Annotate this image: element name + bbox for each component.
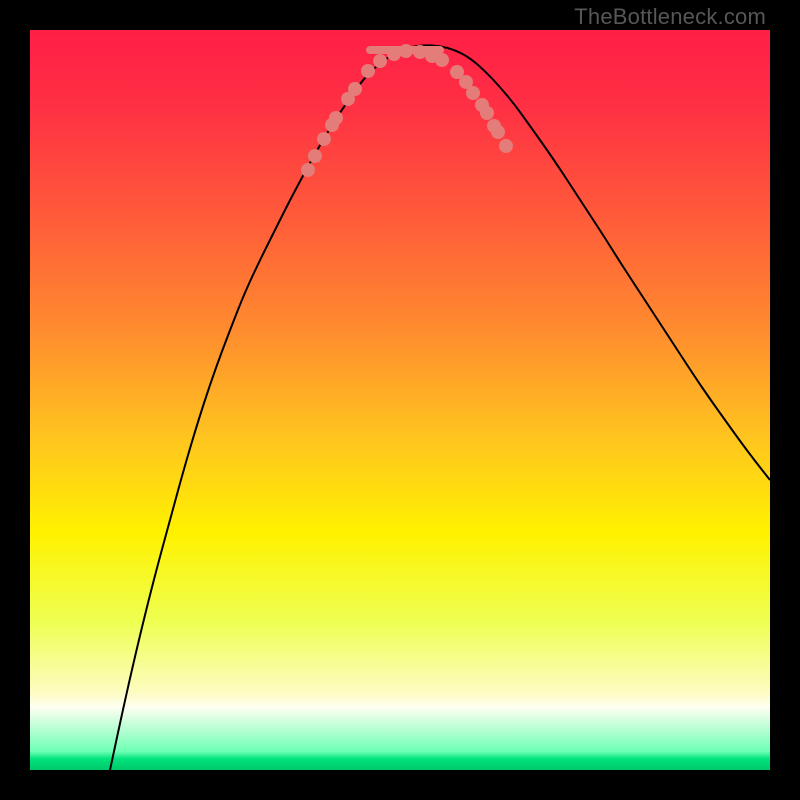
data-marker (373, 54, 387, 68)
data-marker (361, 64, 375, 78)
watermark-text: TheBottleneck.com (574, 4, 766, 30)
data-marker (499, 139, 513, 153)
data-marker (317, 132, 331, 146)
plot-frame (30, 30, 770, 770)
data-marker (301, 163, 315, 177)
data-marker (399, 44, 413, 58)
data-marker (435, 53, 449, 67)
data-marker (491, 125, 505, 139)
gradient-background (30, 30, 770, 770)
data-marker (466, 86, 480, 100)
data-marker (348, 82, 362, 96)
data-marker (480, 106, 494, 120)
data-marker (308, 149, 322, 163)
data-marker (387, 47, 401, 61)
bottleneck-chart (30, 30, 770, 770)
data-marker (329, 111, 343, 125)
data-marker (413, 45, 427, 59)
